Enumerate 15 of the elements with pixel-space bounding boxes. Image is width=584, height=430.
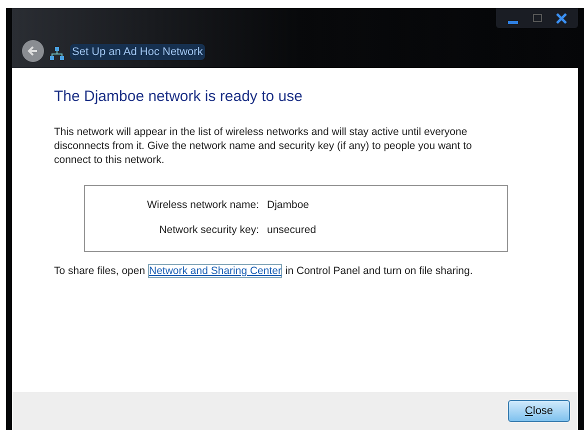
page-heading: The Djamboe network is ready to use <box>54 87 304 107</box>
back-arrow-icon <box>27 45 39 57</box>
detail-label: Network security key: <box>158 223 260 238</box>
close-dialog-button[interactable]: Close <box>508 400 570 422</box>
back-button[interactable] <box>22 40 44 62</box>
network-icon <box>50 46 64 62</box>
description-text: This network will appear in the list of wireless networks and will stay active until everyone disconnects from it. Give the network name and security key (if any) to people you want to connect to this network. <box>54 124 473 166</box>
share-files-text: To share files, open Network and Sharing Center in Control Panel and turn on file sharing. <box>54 264 474 280</box>
close-button[interactable] <box>554 12 568 24</box>
detail-value: Djamboe <box>267 198 310 212</box>
close-icon <box>556 12 566 24</box>
window-title: Set Up an Ad Hoc Network <box>70 44 205 60</box>
detail-label: Wireless network name: <box>146 198 260 212</box>
detail-value: unsecured <box>267 223 316 238</box>
network-sharing-link[interactable]: Network and Sharing Center <box>148 264 282 278</box>
